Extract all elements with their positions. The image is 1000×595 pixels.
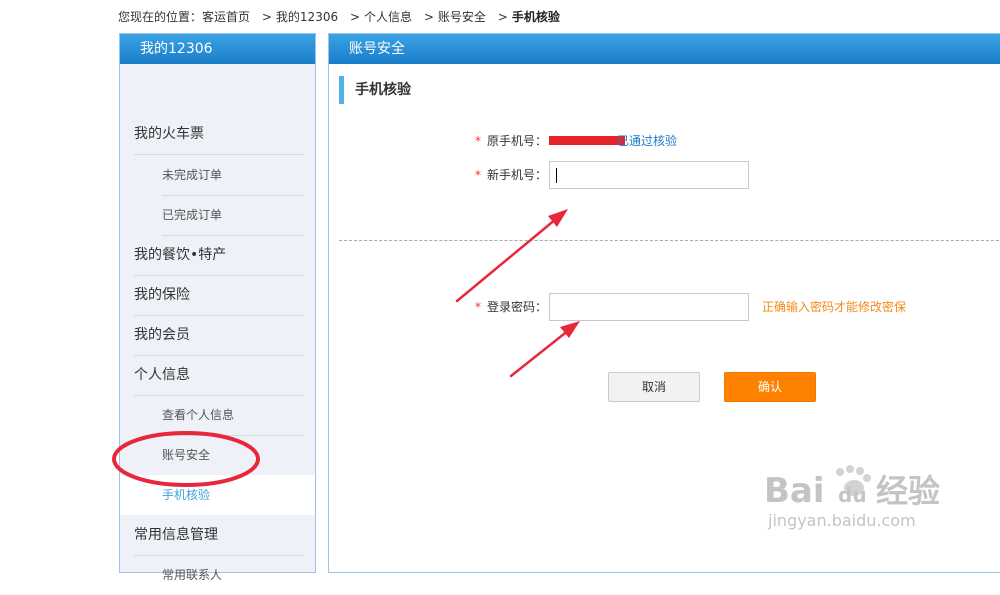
new-phone-label: 新手机号：: [487, 168, 548, 182]
sidebar-item-label: 个人信息: [134, 367, 190, 383]
section-title: 手机核验: [339, 76, 411, 104]
sidebar-item-label: 手机核验: [162, 488, 211, 502]
sidebar-title: 我的12306: [120, 34, 315, 64]
sidebar-item-view-personal-info[interactable]: 查看个人信息: [162, 395, 304, 436]
sidebar-item-unfinished-orders[interactable]: 未完成订单: [162, 155, 304, 196]
breadcrumb-separator: >: [423, 10, 434, 24]
watermark-brand: Bai: [764, 471, 825, 511]
old-phone-status: 已通过核验: [617, 134, 678, 148]
sidebar-item-phone-verify[interactable]: 手机核验: [120, 475, 315, 515]
sidebar-item-frequent-contacts[interactable]: 常用联系人: [162, 555, 304, 595]
sidebar-item-label: 未完成订单: [162, 168, 223, 182]
sidebar-item-account-security[interactable]: 账号安全: [162, 435, 304, 476]
password-row: * 登录密码：: [475, 293, 547, 321]
new-phone-row: * 新手机号：: [475, 161, 547, 189]
breadcrumb-prefix: 您现在的位置：: [118, 10, 203, 24]
password-input[interactable]: [549, 293, 749, 321]
sidebar-item-membership[interactable]: 我的会员: [134, 315, 304, 356]
sidebar-item-label: 我的餐饮•特产: [134, 247, 227, 263]
breadcrumb-link-personal-info[interactable]: 个人信息: [364, 10, 412, 24]
section-divider: [339, 240, 1000, 241]
new-phone-input[interactable]: [549, 161, 749, 189]
sidebar-item-my-tickets[interactable]: 我的火车票: [134, 114, 304, 155]
watermark-url: jingyan.baidu.com: [767, 511, 916, 530]
sidebar-item-label: 常用信息管理: [134, 527, 218, 543]
required-mark: *: [475, 168, 481, 182]
sidebar-item-insurance[interactable]: 我的保险: [134, 275, 304, 316]
breadcrumb-current: 手机核验: [511, 10, 560, 24]
sidebar-item-label: 我的会员: [134, 327, 190, 343]
main-panel-title: 账号安全: [329, 34, 1000, 64]
breadcrumb: 您现在的位置：客运首页 > 我的12306 > 个人信息 > 账号安全 > 手机核验: [118, 9, 560, 25]
breadcrumb-separator: >: [261, 10, 272, 24]
sidebar: 我的12306 我的火车票 未完成订单 已完成订单 我的餐饮•特产 我的保险 我…: [119, 33, 316, 582]
required-mark: *: [475, 134, 481, 148]
text-caret: [556, 168, 557, 183]
sidebar-item-label: 已完成订单: [162, 208, 223, 222]
sidebar-item-label: 我的火车票: [134, 126, 204, 142]
redacted-phone-number: [549, 135, 626, 145]
required-mark: *: [475, 300, 481, 314]
baidu-jingyan-watermark: Bai du 经验 jingyan.baidu.com: [764, 465, 940, 530]
sidebar-item-label: 常用联系人: [162, 568, 223, 582]
sidebar-item-label: 查看个人信息: [162, 408, 235, 422]
sidebar-item-finished-orders[interactable]: 已完成订单: [162, 195, 304, 236]
breadcrumb-link-account-security[interactable]: 账号安全: [438, 10, 486, 24]
sidebar-item-personal-info[interactable]: 个人信息: [134, 355, 304, 396]
sidebar-item-frequent-info[interactable]: 常用信息管理: [134, 515, 304, 556]
watermark-brand-du: du: [838, 483, 867, 507]
password-hint: 正确输入密码才能修改密保: [762, 300, 907, 314]
sidebar-item-label: 我的保险: [134, 287, 190, 303]
watermark-suffix: 经验: [876, 472, 940, 510]
old-phone-label: 原手机号：: [487, 134, 548, 148]
password-label: 登录密码：: [487, 300, 548, 314]
breadcrumb-separator: >: [349, 10, 360, 24]
cancel-button[interactable]: 取消: [608, 372, 700, 402]
breadcrumb-link-my12306[interactable]: 我的12306: [276, 10, 338, 24]
breadcrumb-link-home[interactable]: 客运首页: [202, 10, 250, 24]
sidebar-item-label: 账号安全: [162, 448, 211, 462]
sidebar-item-catering[interactable]: 我的餐饮•特产: [134, 235, 304, 276]
confirm-button[interactable]: 确认: [724, 372, 816, 402]
old-phone-row: * 原手机号： 已通过核验: [475, 127, 677, 155]
breadcrumb-separator: >: [497, 10, 508, 24]
